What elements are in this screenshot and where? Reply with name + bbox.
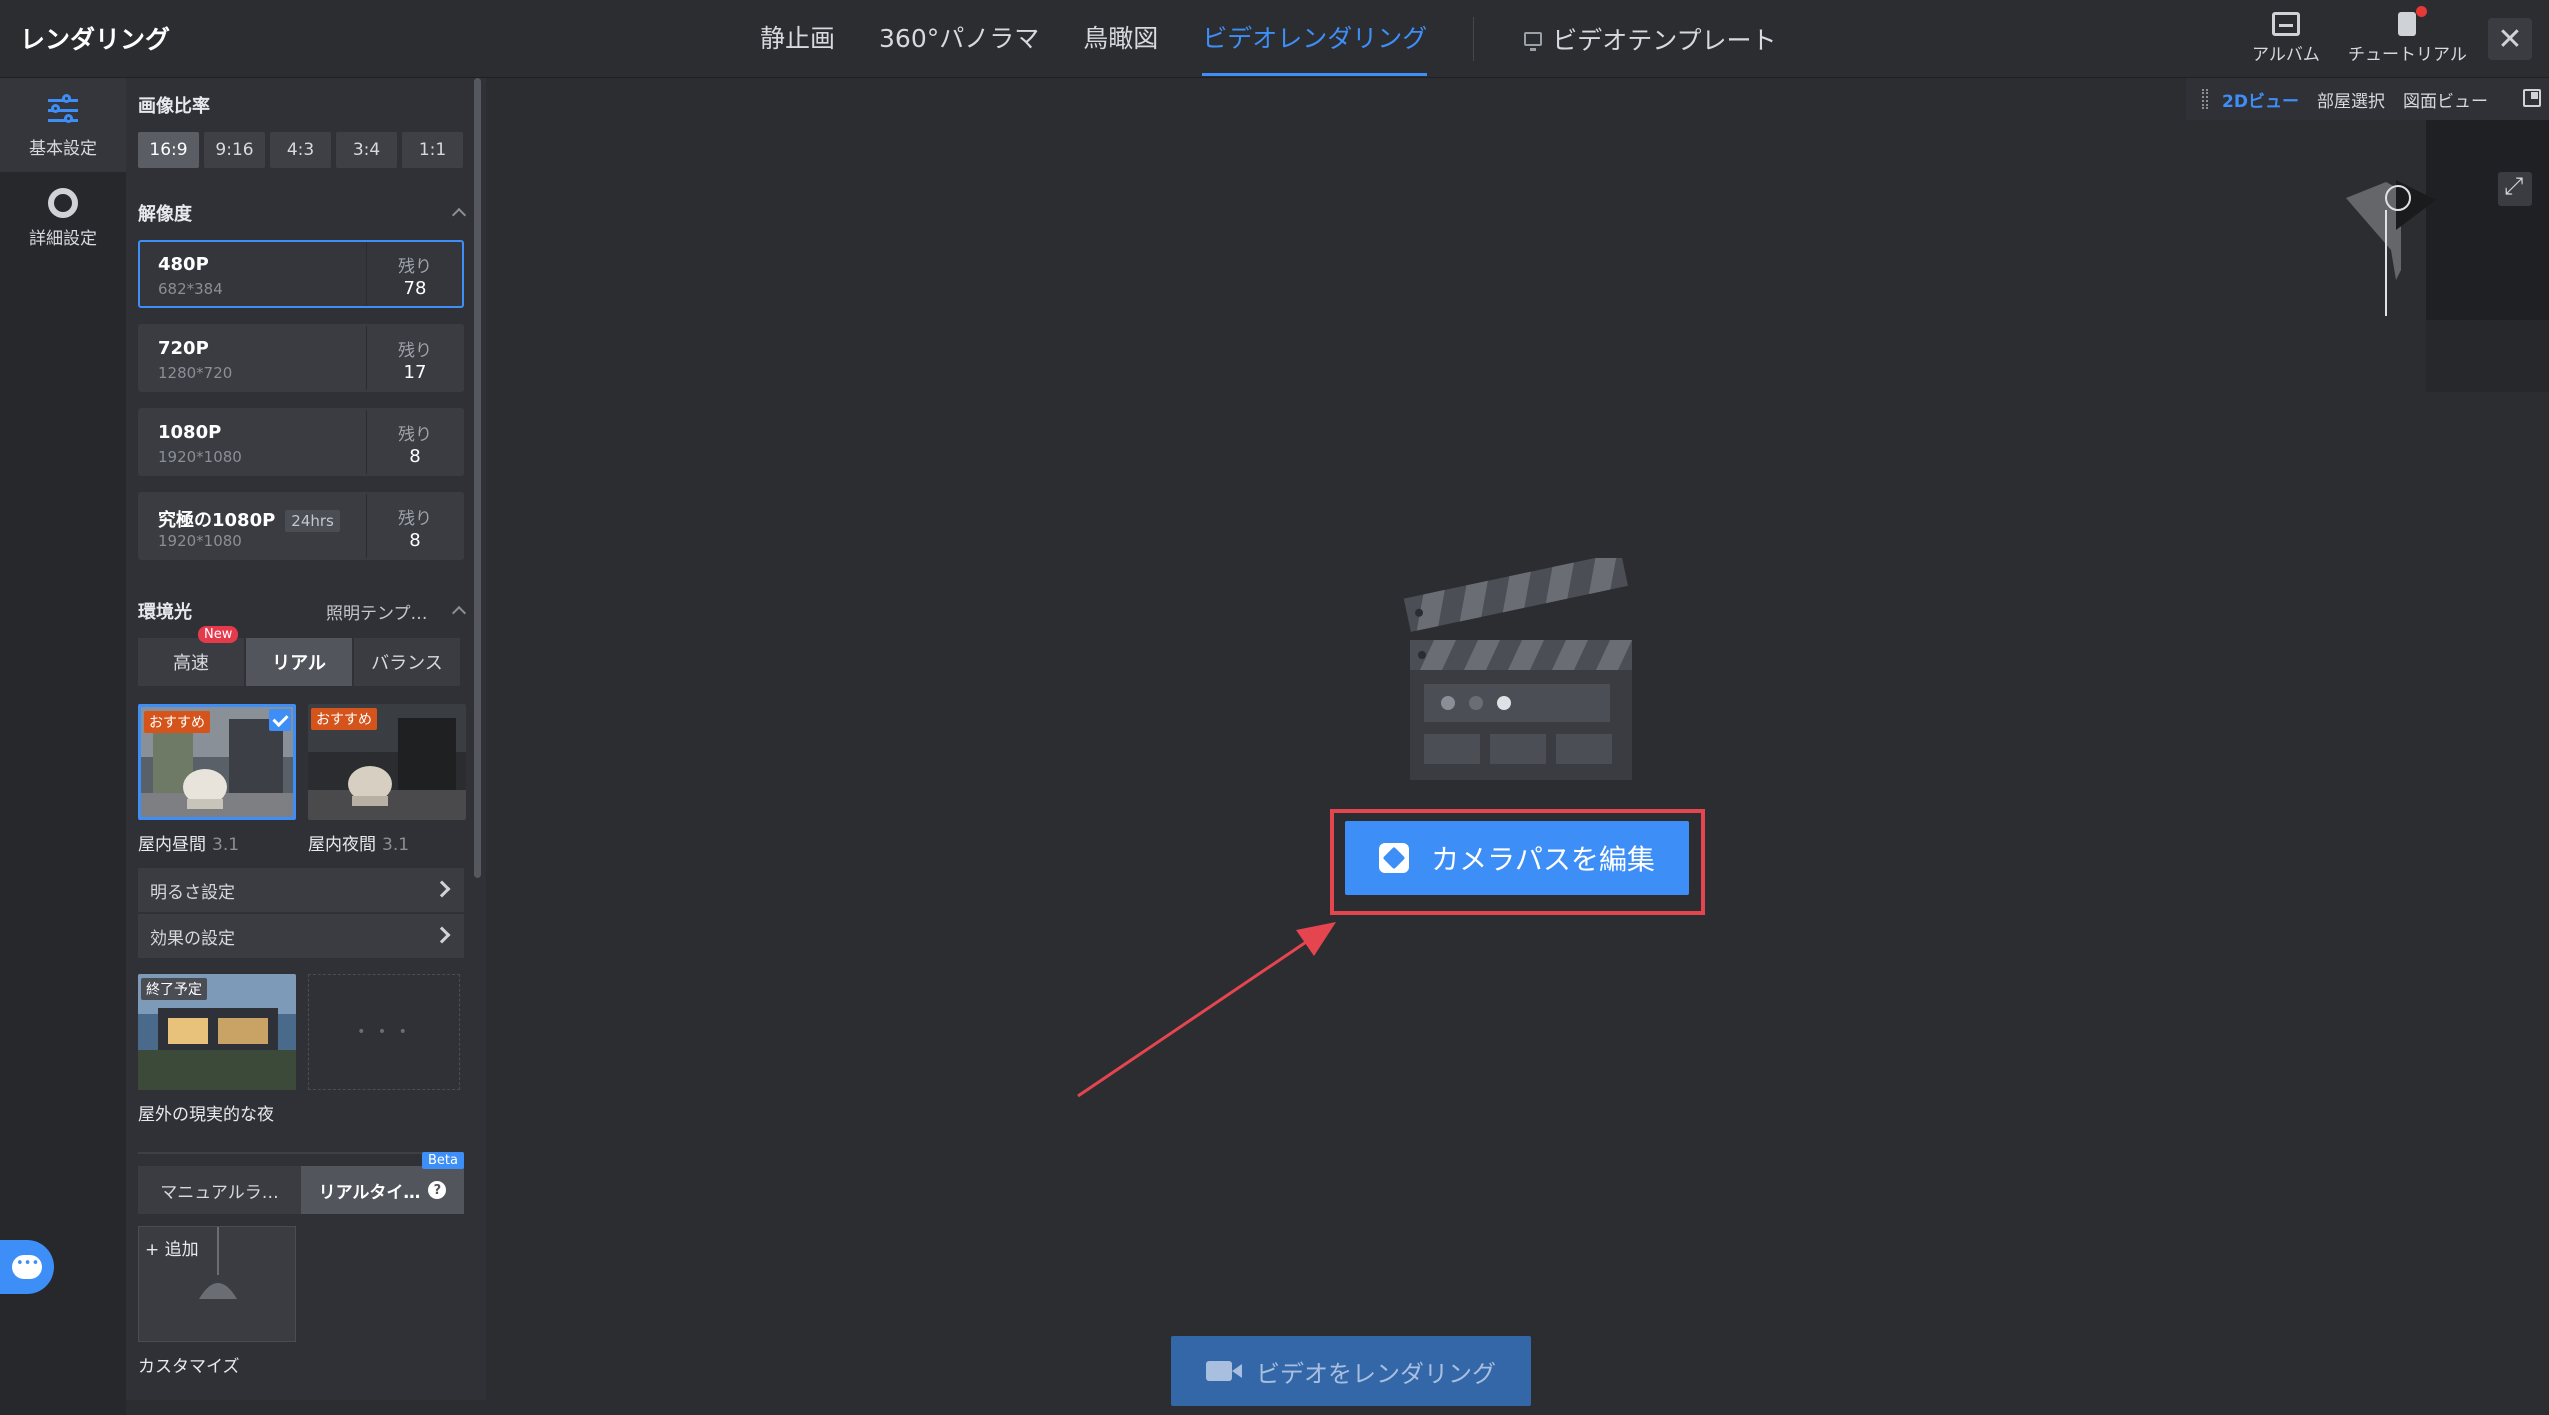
sliders-icon <box>46 94 80 128</box>
preset-indoor-day[interactable]: おすすめ <box>138 704 296 820</box>
ambient-light-title: 環境光 <box>138 602 192 623</box>
effect-settings-row[interactable]: 効果の設定 <box>138 914 464 958</box>
tutorial-label: チュートリアル <box>2348 45 2467 65</box>
preset-indoor-night[interactable]: おすすめ <box>308 704 466 820</box>
resolution-card-720p[interactable]: 720P 1280*720 残り 17 <box>138 324 464 392</box>
album-icon <box>2271 12 2300 36</box>
clapperboard-icon <box>1403 558 1632 780</box>
beta-badge: Beta <box>422 1152 464 1169</box>
help-icon[interactable]: ? <box>428 1181 447 1199</box>
recommend-tag: おすすめ <box>144 711 210 733</box>
light-mode-fast[interactable]: 高速 New <box>138 626 244 686</box>
aspect-option-16-9[interactable]: 16:9 <box>138 132 199 168</box>
new-badge: New <box>198 626 239 643</box>
monitor-icon <box>1524 32 1543 51</box>
tab-video-template-label: ビデオテンプレート <box>1552 26 1777 55</box>
aspect-ratio-title: 画像比率 <box>138 96 210 117</box>
ending-soon-tag: 終了予定 <box>141 978 207 1000</box>
preset-outdoor-night[interactable]: 終了予定 <box>138 974 296 1090</box>
gear-icon <box>48 188 78 218</box>
panel-scrollbar[interactable] <box>474 78 481 878</box>
collapse-icon[interactable] <box>451 207 467 223</box>
pendant-lamp-icon <box>199 1227 237 1299</box>
light-source-tabs: マニュアルラ… リアルタイ… ? Beta <box>138 1152 464 1214</box>
aspect-option-9-16[interactable]: 9:16 <box>204 132 265 168</box>
resolution-card-ultimate-1080p[interactable]: 究極の1080P 24hrs 1920*1080 残り 8 <box>138 492 464 560</box>
app-title: レンダリング <box>20 25 171 54</box>
tutorial-button[interactable]: チュートリアル <box>2348 6 2467 65</box>
mode-tabs: 静止画 360°パノラマ 鳥瞰図 ビデオレンダリング ビデオテンプレート <box>760 0 1777 78</box>
left-rail: 基本設定 詳細設定 <box>0 78 126 1415</box>
floorplan-preview <box>2186 120 2549 392</box>
rail-basic-settings[interactable]: 基本設定 <box>0 78 126 172</box>
album-button[interactable]: アルバム <box>2252 12 2320 65</box>
chat-icon <box>12 1255 42 1279</box>
aspect-option-4-3[interactable]: 4:3 <box>270 132 331 168</box>
video-camera-icon <box>1206 1361 1232 1381</box>
tab-panorama[interactable]: 360°パノラマ <box>879 0 1039 78</box>
edit-camera-path-label: カメラパスを編集 <box>1431 843 1655 876</box>
brightness-settings-row[interactable]: 明るさ設定 <box>138 868 464 912</box>
more-presets-placeholder[interactable]: • • • <box>308 974 460 1090</box>
close-icon: ✕ <box>2497 21 2523 57</box>
tab-realtime-light[interactable]: リアルタイ… ? Beta <box>301 1152 464 1214</box>
drag-handle-icon[interactable] <box>2202 89 2208 109</box>
expand-icon[interactable] <box>2498 172 2532 206</box>
preset-indoor-night-caption: 屋内夜間 3.1 <box>308 835 410 855</box>
custom-caption: カスタマイズ <box>138 1357 240 1377</box>
aspect-option-3-4[interactable]: 3:4 <box>336 132 397 168</box>
light-mode-balance[interactable]: バランス <box>354 638 460 686</box>
resolution-card-1080p[interactable]: 1080P 1920*1080 残り 8 <box>138 408 464 476</box>
notification-dot <box>2416 6 2428 17</box>
chat-button[interactable] <box>0 1240 54 1294</box>
light-mode-real[interactable]: リアル <box>246 638 352 686</box>
light-mode-tabs: 高速 New リアル バランス <box>138 626 460 686</box>
collapse-icon[interactable] <box>451 605 467 621</box>
hrs-badge: 24hrs <box>285 510 340 532</box>
album-label: アルバム <box>2252 45 2320 65</box>
aspect-ratio-options: 16:9 9:16 4:3 3:4 1:1 <box>138 132 463 168</box>
render-video-label: ビデオをレンダリング <box>1256 1359 1496 1388</box>
aspect-option-1-1[interactable]: 1:1 <box>402 132 463 168</box>
add-custom-light-card[interactable]: + 追加 <box>138 1226 296 1342</box>
tab-manual-light[interactable]: マニュアルラ… <box>138 1166 301 1214</box>
view-floorplan[interactable]: 図面ビュー <box>2403 87 2488 112</box>
resolution-title: 解像度 <box>138 204 192 225</box>
tab-still-image[interactable]: 静止画 <box>760 0 835 78</box>
rail-advanced-settings[interactable]: 詳細設定 <box>0 188 126 268</box>
tab-video-template[interactable]: ビデオテンプレート <box>1524 21 1777 57</box>
camera-path-icon <box>1379 843 1410 873</box>
tab-divider <box>1473 17 1475 61</box>
check-icon <box>269 709 291 731</box>
chevron-right-icon <box>433 926 451 944</box>
preset-outdoor-night-caption: 屋外の現実的な夜 <box>138 1105 274 1125</box>
render-video-button[interactable]: ビデオをレンダリング <box>1171 1336 1531 1406</box>
book-icon <box>2398 6 2428 36</box>
mini-map[interactable] <box>2186 120 2549 392</box>
pointer-arrow <box>1077 922 1336 1098</box>
close-button[interactable]: ✕ <box>2488 18 2532 60</box>
rail-advanced-label: 詳細設定 <box>29 229 97 249</box>
resolution-card-480p[interactable]: 480P 682*384 残り 78 <box>138 240 464 308</box>
recommend-tag: おすすめ <box>311 708 377 730</box>
tab-video-rendering[interactable]: ビデオレンダリング <box>1202 0 1428 78</box>
preset-indoor-day-caption: 屋内昼間 3.1 <box>138 835 240 855</box>
view-2d[interactable]: 2Dビュー <box>2222 87 2299 112</box>
section-divider <box>138 1152 464 1154</box>
tab-birds-eye[interactable]: 鳥瞰図 <box>1083 0 1158 78</box>
view-room-select[interactable]: 部屋選択 <box>2317 87 2385 112</box>
lighting-template-link[interactable]: 照明テンプ… <box>326 599 428 624</box>
minimize-icon[interactable] <box>2523 89 2541 107</box>
settings-panel: 画像比率 16:9 9:16 4:3 3:4 1:1 解像度 480P 682*… <box>126 78 486 1400</box>
edit-camera-path-button[interactable]: カメラパスを編集 <box>1345 821 1689 895</box>
chevron-right-icon <box>433 880 451 898</box>
top-bar: レンダリング 静止画 360°パノラマ 鳥瞰図 ビデオレンダリング ビデオテンプ… <box>0 0 2549 78</box>
rail-basic-label: 基本設定 <box>29 139 97 159</box>
mini-map-header: 2Dビュー 部屋選択 図面ビュー <box>2186 78 2549 120</box>
